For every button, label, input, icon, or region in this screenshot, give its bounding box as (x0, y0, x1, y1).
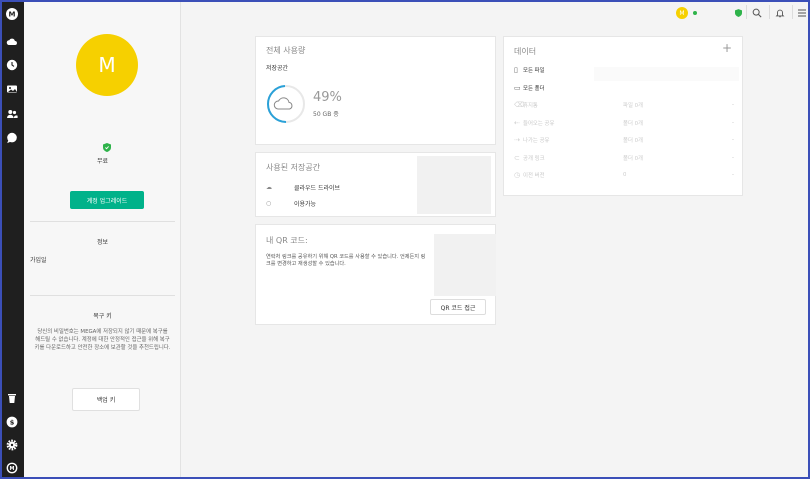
cloud-drive-icon: ☁ (266, 184, 272, 191)
data-row-dash: - (732, 155, 734, 161)
divider (769, 5, 770, 19)
data-row-rubbish[interactable]: ⌫ 휴지통 파일 0개 - (514, 100, 734, 110)
settings-icon[interactable] (5, 438, 19, 452)
notifications-icon[interactable] (774, 7, 786, 19)
upgrade-account-button[interactable]: 계정 업그레이드 (70, 191, 144, 209)
mega-logo-icon[interactable]: M (5, 7, 19, 21)
shield-icon[interactable] (733, 7, 743, 19)
incoming-share-icon: ⇠ (514, 119, 520, 127)
qr-card: 내 QR 코드: 연락처 링크를 공유하기 위해 QR 코드를 사용할 수 있습… (255, 224, 496, 325)
public-link-icon: ⊂ (514, 154, 520, 162)
used-storage-title: 사용된 저장공간 (266, 163, 321, 172)
divider (746, 5, 747, 19)
data-row-public-links[interactable]: ⊂ 공개 링크 폴더 0개 - (514, 153, 734, 163)
usage-total: 50 GB 중 (313, 111, 339, 118)
joined-label: 가입일 (30, 257, 47, 264)
usage-percent: 49% (313, 90, 342, 105)
data-row-name: 이전 버전 (523, 173, 545, 179)
previous-versions-icon: ◷ (514, 171, 521, 179)
available-icon: ○ (266, 200, 272, 207)
data-card: 데이터 + ▯ 모든 파일 ▭ 모든 폴더 ⌫ 휴지통 파일 0개 - ⇠ 들어… (503, 36, 743, 196)
used-storage-row: ○ 이용가능 (266, 199, 316, 208)
photos-icon[interactable] (5, 82, 19, 96)
info-title: 정보 (96, 239, 109, 246)
plan-shield-icon (103, 143, 111, 152)
status-dot-icon (692, 7, 698, 19)
data-row-value: 폴더 0개 (623, 138, 644, 144)
data-title: 데이터 (514, 47, 537, 56)
storage-chart-placeholder (417, 156, 491, 214)
data-row-name: 휴지통 (523, 103, 538, 109)
recovery-key-description: 당신의 비밀번호는 MEGA에 저장되지 않기 때문에 복구를 해드릴 수 없습… (34, 329, 171, 351)
usage-card: 전체 사용량 저장공간 49% 50 GB 중 (255, 36, 496, 145)
rubbish-bin-icon[interactable] (5, 391, 19, 405)
account-icon[interactable]: M (5, 461, 19, 475)
data-row-incoming-shares[interactable]: ⇠ 들어오는 공유 폴더 0개 - (514, 118, 734, 128)
avatar[interactable]: M (76, 34, 138, 96)
outgoing-share-icon: ⇢ (514, 136, 520, 144)
recents-icon[interactable] (5, 58, 19, 72)
svg-text:M: M (10, 466, 15, 472)
menu-icon[interactable] (797, 7, 807, 19)
svg-text:$: $ (10, 418, 15, 426)
rubbish-icon: ⌫ (514, 101, 524, 109)
data-row-value: 파일 0개 (623, 103, 644, 109)
data-row-name: 들어오는 공유 (523, 121, 555, 127)
storage-gauge (267, 85, 305, 123)
qr-title: 내 QR 코드: (266, 236, 308, 245)
used-storage-row: ☁ 클라우드 드라이브 (266, 183, 340, 192)
backup-key-button[interactable]: 백업 키 (72, 388, 140, 411)
cloud-drive-icon[interactable] (5, 35, 19, 49)
usage-title: 전체 사용량 (266, 46, 306, 55)
data-row-previous-versions[interactable]: ◷ 이전 버전 0 - (514, 170, 734, 180)
used-storage-row-label: 클라우드 드라이브 (294, 185, 341, 192)
data-row-name: 나가는 공유 (523, 138, 550, 144)
data-row-dash: - (732, 120, 734, 126)
chat-icon[interactable] (5, 131, 19, 145)
data-row-dash: - (732, 172, 734, 178)
data-row-name: 모든 파일 (523, 68, 545, 74)
add-icon[interactable]: + (722, 41, 732, 55)
cloud-icon (273, 97, 293, 110)
pro-icon[interactable]: $ (5, 415, 19, 429)
data-row-value: 0 (623, 172, 627, 178)
recovery-key-title: 복구 키 (93, 313, 112, 320)
profile-panel: M 무료 계정 업그레이드 정보 가입일 복구 키 당신의 비밀번호는 MEGA… (24, 2, 181, 477)
qr-code-placeholder (434, 234, 496, 296)
data-row-all-folders[interactable]: ▭ 모든 폴더 (514, 83, 734, 93)
data-row-outgoing-shares[interactable]: ⇢ 나가는 공유 폴더 0개 - (514, 135, 734, 145)
contacts-icon[interactable] (5, 107, 19, 121)
folder-icon: ▭ (514, 84, 521, 92)
data-row-all-files[interactable]: ▯ 모든 파일 (514, 65, 734, 75)
used-storage-card: 사용된 저장공간 ☁ 클라우드 드라이브 ○ 이용가능 (255, 152, 496, 217)
used-storage-row-label: 이용가능 (294, 201, 317, 208)
data-row-dash: - (732, 137, 734, 143)
data-row-value: 폴더 0개 (623, 121, 644, 127)
file-icon: ▯ (514, 66, 518, 74)
left-nav-rail: M $ M (0, 0, 24, 479)
svg-text:M: M (679, 10, 684, 17)
qr-access-button[interactable]: QR 코드 접근 (430, 299, 486, 315)
data-row-value: 폴더 0개 (623, 156, 644, 162)
plan-label: 무료 (96, 158, 109, 165)
svg-text:M: M (9, 10, 16, 18)
divider (30, 295, 175, 296)
storage-label: 저장공간 (266, 65, 289, 72)
topbar-avatar[interactable]: M (676, 7, 688, 19)
data-row-name: 공개 링크 (523, 156, 545, 162)
data-row-dash: - (732, 102, 734, 108)
data-row-name: 모든 폴더 (523, 86, 545, 92)
divider (30, 221, 175, 222)
divider (792, 5, 793, 19)
qr-description: 연락처 링크를 공유하기 위해 QR 코드를 사용할 수 있습니다. 언제든지 … (266, 254, 426, 267)
search-icon[interactable] (751, 7, 763, 19)
